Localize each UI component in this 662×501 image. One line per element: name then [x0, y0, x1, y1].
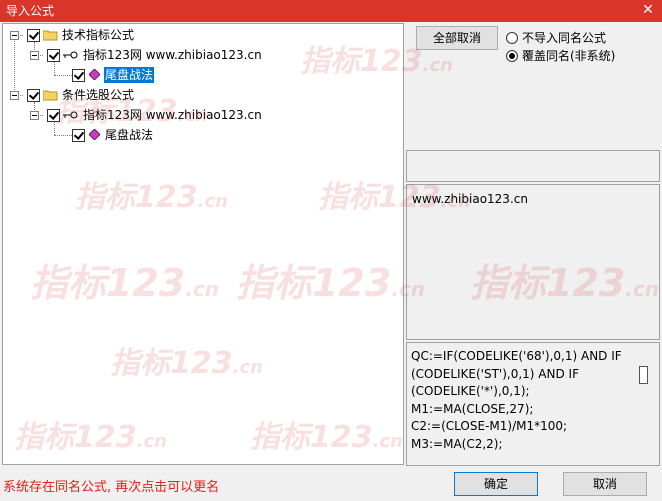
- checkbox[interactable]: [27, 29, 40, 42]
- collapse-toggle-icon[interactable]: [10, 31, 19, 40]
- collapse-toggle-icon[interactable]: [30, 111, 39, 120]
- checkbox[interactable]: [72, 129, 85, 142]
- code-line: C2:=(CLOSE-M1)/M1*100;: [411, 419, 568, 433]
- checkbox[interactable]: [47, 49, 60, 62]
- tree-node-label: 技术指标公式: [62, 28, 135, 42]
- status-message: 系统存在同名公式, 再次点击可以更名: [3, 480, 220, 495]
- window-title: 导入公式: [6, 4, 55, 18]
- folder-icon: [43, 90, 58, 101]
- folder-icon: [43, 30, 58, 41]
- cancel-button[interactable]: 取消: [563, 472, 647, 496]
- info-url: www.zhibiao123.cn: [412, 192, 528, 206]
- tree-node-technical-indicators[interactable]: 技术指标公式: [3, 27, 163, 43]
- option-overwrite-label[interactable]: 覆盖同名(非系统): [522, 49, 615, 63]
- formula-diamond-icon: [89, 129, 100, 140]
- description-panel: [406, 150, 660, 182]
- option-no-import-radio[interactable]: [506, 32, 518, 44]
- collapse-toggle-icon[interactable]: [30, 51, 39, 60]
- code-line: (CODELIKE('ST'),0,1) AND IF: [411, 366, 579, 381]
- checkbox[interactable]: [47, 109, 60, 122]
- tree-leaf-tail-strategy[interactable]: 尾盘战法: [3, 127, 203, 143]
- collapse-toggle-icon[interactable]: [10, 91, 19, 100]
- tree-node-label: 条件选股公式: [62, 88, 135, 102]
- checkbox[interactable]: [27, 89, 40, 102]
- tree-node-label: 指标123网 www.zhibiao123.cn: [83, 48, 262, 62]
- tree-node-stock-screening[interactable]: 条件选股公式: [3, 87, 163, 103]
- tree-leaf-label-selected: 尾盘战法: [104, 67, 155, 83]
- key-icon: [63, 111, 78, 119]
- tree-node-label: 指标123网 www.zhibiao123.cn: [83, 108, 262, 122]
- title-bar: 导入公式 ✕: [0, 0, 662, 22]
- checkbox[interactable]: [72, 69, 85, 82]
- close-icon[interactable]: ✕: [640, 2, 656, 18]
- code-text: QC:=IF(CODELIKE('68'),0,1) AND IF (CODEL…: [411, 348, 639, 453]
- code-scrollbar-thumb[interactable]: [639, 366, 648, 384]
- import-formula-dialog: 导入公式 ✕ 技术指标公式 指标123网 www.zhibiao123.cn 尾…: [0, 0, 662, 501]
- cancel-all-button[interactable]: 全部取消: [416, 26, 498, 50]
- option-overwrite-radio[interactable]: [506, 50, 518, 62]
- info-panel: [406, 184, 660, 340]
- code-line: M3:=MA(C2,2);: [411, 436, 503, 451]
- code-line: QC:=IF(CODELIKE('68'),0,1) AND IF: [411, 349, 622, 363]
- option-no-import-label[interactable]: 不导入同名公式: [522, 31, 606, 45]
- tree-node-site-screening[interactable]: 指标123网 www.zhibiao123.cn: [3, 107, 303, 123]
- code-line: M1:=MA(CLOSE,27);: [411, 401, 534, 416]
- key-icon: [63, 51, 78, 59]
- formula-tree[interactable]: 技术指标公式 指标123网 www.zhibiao123.cn 尾盘战法 条件选…: [2, 23, 404, 465]
- formula-diamond-icon: [89, 69, 100, 80]
- tree-leaf-label: 尾盘战法: [105, 128, 154, 142]
- tree-node-site-technical[interactable]: 指标123网 www.zhibiao123.cn: [3, 47, 303, 63]
- ok-button[interactable]: 确定: [454, 472, 538, 496]
- code-line: (CODELIKE('*'),0,1);: [411, 384, 530, 398]
- tree-leaf-tail-strategy[interactable]: 尾盘战法: [3, 67, 203, 83]
